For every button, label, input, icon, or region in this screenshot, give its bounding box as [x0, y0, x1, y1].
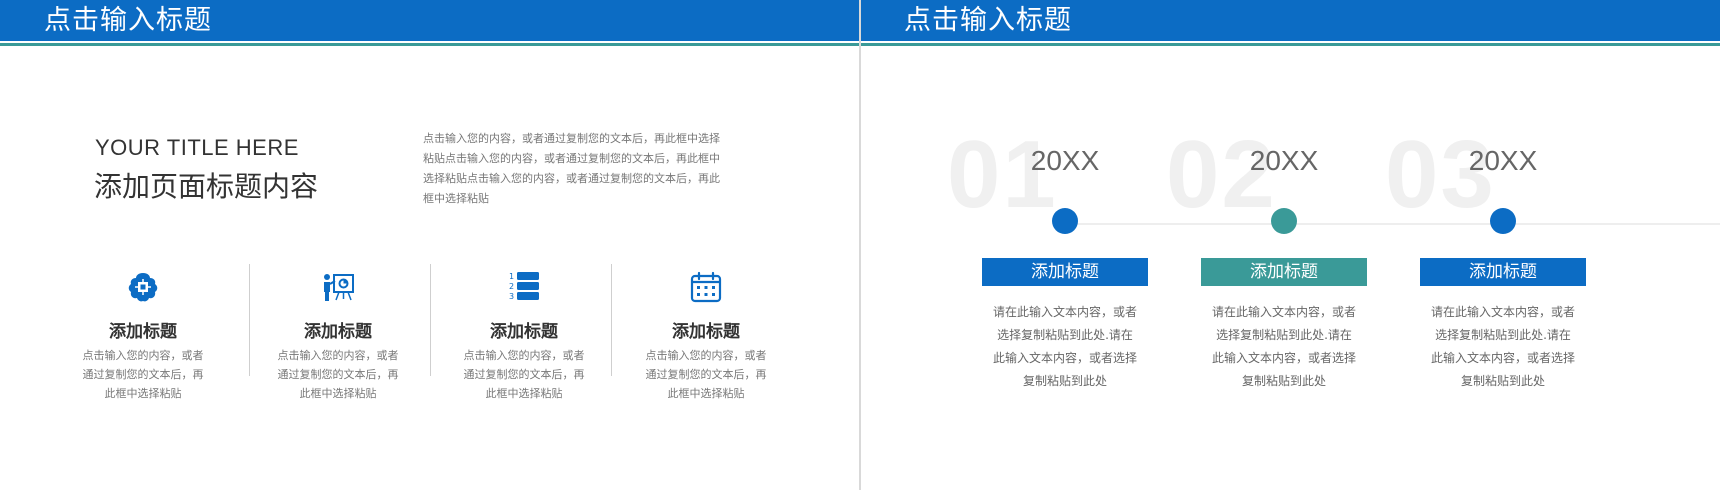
- desc-line: 选择复制粘贴到此处.请在: [997, 328, 1133, 342]
- step-label[interactable]: 添加标题: [1201, 258, 1367, 286]
- feature-title[interactable]: 添加标题: [626, 322, 786, 342]
- header-accent-line: [0, 43, 859, 46]
- column-divider: [611, 264, 612, 376]
- feature-item: 1 2 3 添加标题 点击输入您的内容，或者 通过复制您的文本后，再 此框中选择…: [444, 270, 604, 403]
- step-description[interactable]: 请在此输入文本内容，或者 选择复制粘贴到此处.请在 此输入文本内容，或者选择 复…: [1201, 301, 1367, 393]
- list-number: 3: [509, 292, 514, 301]
- calendar-icon: [690, 271, 722, 303]
- desc-line: 请在此输入文本内容，或者: [992, 305, 1137, 319]
- intro-line: 框中选择粘贴: [423, 192, 489, 205]
- intro-line: 点击输入您的内容，或者通过复制您的文本后，再此框中选择: [423, 132, 720, 145]
- desc-line: 通过复制您的文本后，再: [82, 368, 204, 381]
- numbered-list-icon: 1 2 3: [509, 272, 539, 301]
- intro-line: 粘贴点击输入您的内容，或者通过复制您的文本后，再此框中: [423, 152, 720, 165]
- desc-line: 点击输入您的内容，或者: [645, 349, 767, 362]
- feature-item: 添加标题 点击输入您的内容，或者 通过复制您的文本后，再 此框中选择粘贴: [63, 270, 223, 403]
- step-label[interactable]: 添加标题: [982, 258, 1148, 286]
- header-title[interactable]: 点击输入标题: [904, 4, 1072, 38]
- desc-line: 此框中选择粘贴: [299, 387, 377, 400]
- intro-text[interactable]: 点击输入您的内容，或者通过复制您的文本后，再此框中选择 粘贴点击输入您的内容，或…: [423, 129, 728, 209]
- step-year[interactable]: 20XX: [1420, 145, 1586, 177]
- desc-line: 此框中选择粘贴: [104, 387, 182, 400]
- desc-line: 选择复制粘贴到此处.请在: [1216, 328, 1352, 342]
- step-year[interactable]: 20XX: [1201, 145, 1367, 177]
- header-accent-line: [861, 43, 1720, 46]
- desc-line: 复制粘贴到此处: [1460, 374, 1545, 388]
- timeline-dot: [1271, 208, 1297, 234]
- feature-item: 添加标题 点击输入您的内容，或者 通过复制您的文本后，再 此框中选择粘贴: [258, 270, 418, 403]
- slide-left: 点击输入标题 YOUR TITLE HERE 添加页面标题内容 点击输入您的内容…: [0, 0, 859, 490]
- feature-title[interactable]: 添加标题: [444, 322, 604, 342]
- english-title[interactable]: YOUR TITLE HERE: [95, 135, 299, 161]
- chinese-title[interactable]: 添加页面标题内容: [94, 165, 318, 205]
- step-description[interactable]: 请在此输入文本内容，或者 选择复制粘贴到此处.请在 此输入文本内容，或者选择 复…: [982, 301, 1148, 393]
- header-title[interactable]: 点击输入标题: [44, 4, 212, 38]
- intro-line: 选择粘贴点击输入您的内容，或者通过复制您的文本后，再此: [423, 172, 720, 185]
- desc-line: 复制粘贴到此处: [1022, 374, 1107, 388]
- step-year[interactable]: 20XX: [982, 145, 1148, 177]
- presentation-icon: [324, 274, 354, 301]
- desc-line: 此输入文本内容，或者选择: [992, 351, 1137, 365]
- desc-line: 此输入文本内容，或者选择: [1211, 351, 1356, 365]
- desc-line: 此框中选择粘贴: [485, 387, 563, 400]
- column-divider: [249, 264, 250, 376]
- desc-line: 点击输入您的内容，或者: [277, 349, 399, 362]
- desc-line: 请在此输入文本内容，或者: [1430, 305, 1575, 319]
- desc-line: 点击输入您的内容，或者: [82, 349, 204, 362]
- feature-title[interactable]: 添加标题: [258, 322, 418, 342]
- column-divider: [430, 264, 431, 376]
- brain-icon: [128, 273, 158, 302]
- feature-description[interactable]: 点击输入您的内容，或者 通过复制您的文本后，再 此框中选择粘贴: [444, 346, 604, 403]
- feature-title[interactable]: 添加标题: [63, 322, 223, 342]
- desc-line: 通过复制您的文本后，再: [463, 368, 585, 381]
- desc-line: 请在此输入文本内容，或者: [1211, 305, 1356, 319]
- desc-line: 通过复制您的文本后，再: [645, 368, 767, 381]
- slide-right: 点击输入标题 01 20XX 添加标题 请在此输入文本内容，或者 选择复制粘贴到…: [861, 0, 1720, 490]
- desc-line: 复制粘贴到此处: [1241, 374, 1326, 388]
- desc-line: 选择复制粘贴到此处.请在: [1435, 328, 1571, 342]
- step-description[interactable]: 请在此输入文本内容，或者 选择复制粘贴到此处.请在 此输入文本内容，或者选择 复…: [1420, 301, 1586, 393]
- timeline-dot: [1052, 208, 1078, 234]
- feature-description[interactable]: 点击输入您的内容，或者 通过复制您的文本后，再 此框中选择粘贴: [626, 346, 786, 403]
- desc-line: 此输入文本内容，或者选择: [1430, 351, 1575, 365]
- feature-description[interactable]: 点击输入您的内容，或者 通过复制您的文本后，再 此框中选择粘贴: [258, 346, 418, 403]
- feature-item: 添加标题 点击输入您的内容，或者 通过复制您的文本后，再 此框中选择粘贴: [626, 270, 786, 403]
- step-label[interactable]: 添加标题: [1420, 258, 1586, 286]
- desc-line: 点击输入您的内容，或者: [463, 349, 585, 362]
- list-number: 2: [509, 282, 514, 291]
- desc-line: 此框中选择粘贴: [667, 387, 745, 400]
- desc-line: 通过复制您的文本后，再: [277, 368, 399, 381]
- timeline-dot: [1490, 208, 1516, 234]
- feature-description[interactable]: 点击输入您的内容，或者 通过复制您的文本后，再 此框中选择粘贴: [63, 346, 223, 403]
- list-number: 1: [509, 272, 514, 281]
